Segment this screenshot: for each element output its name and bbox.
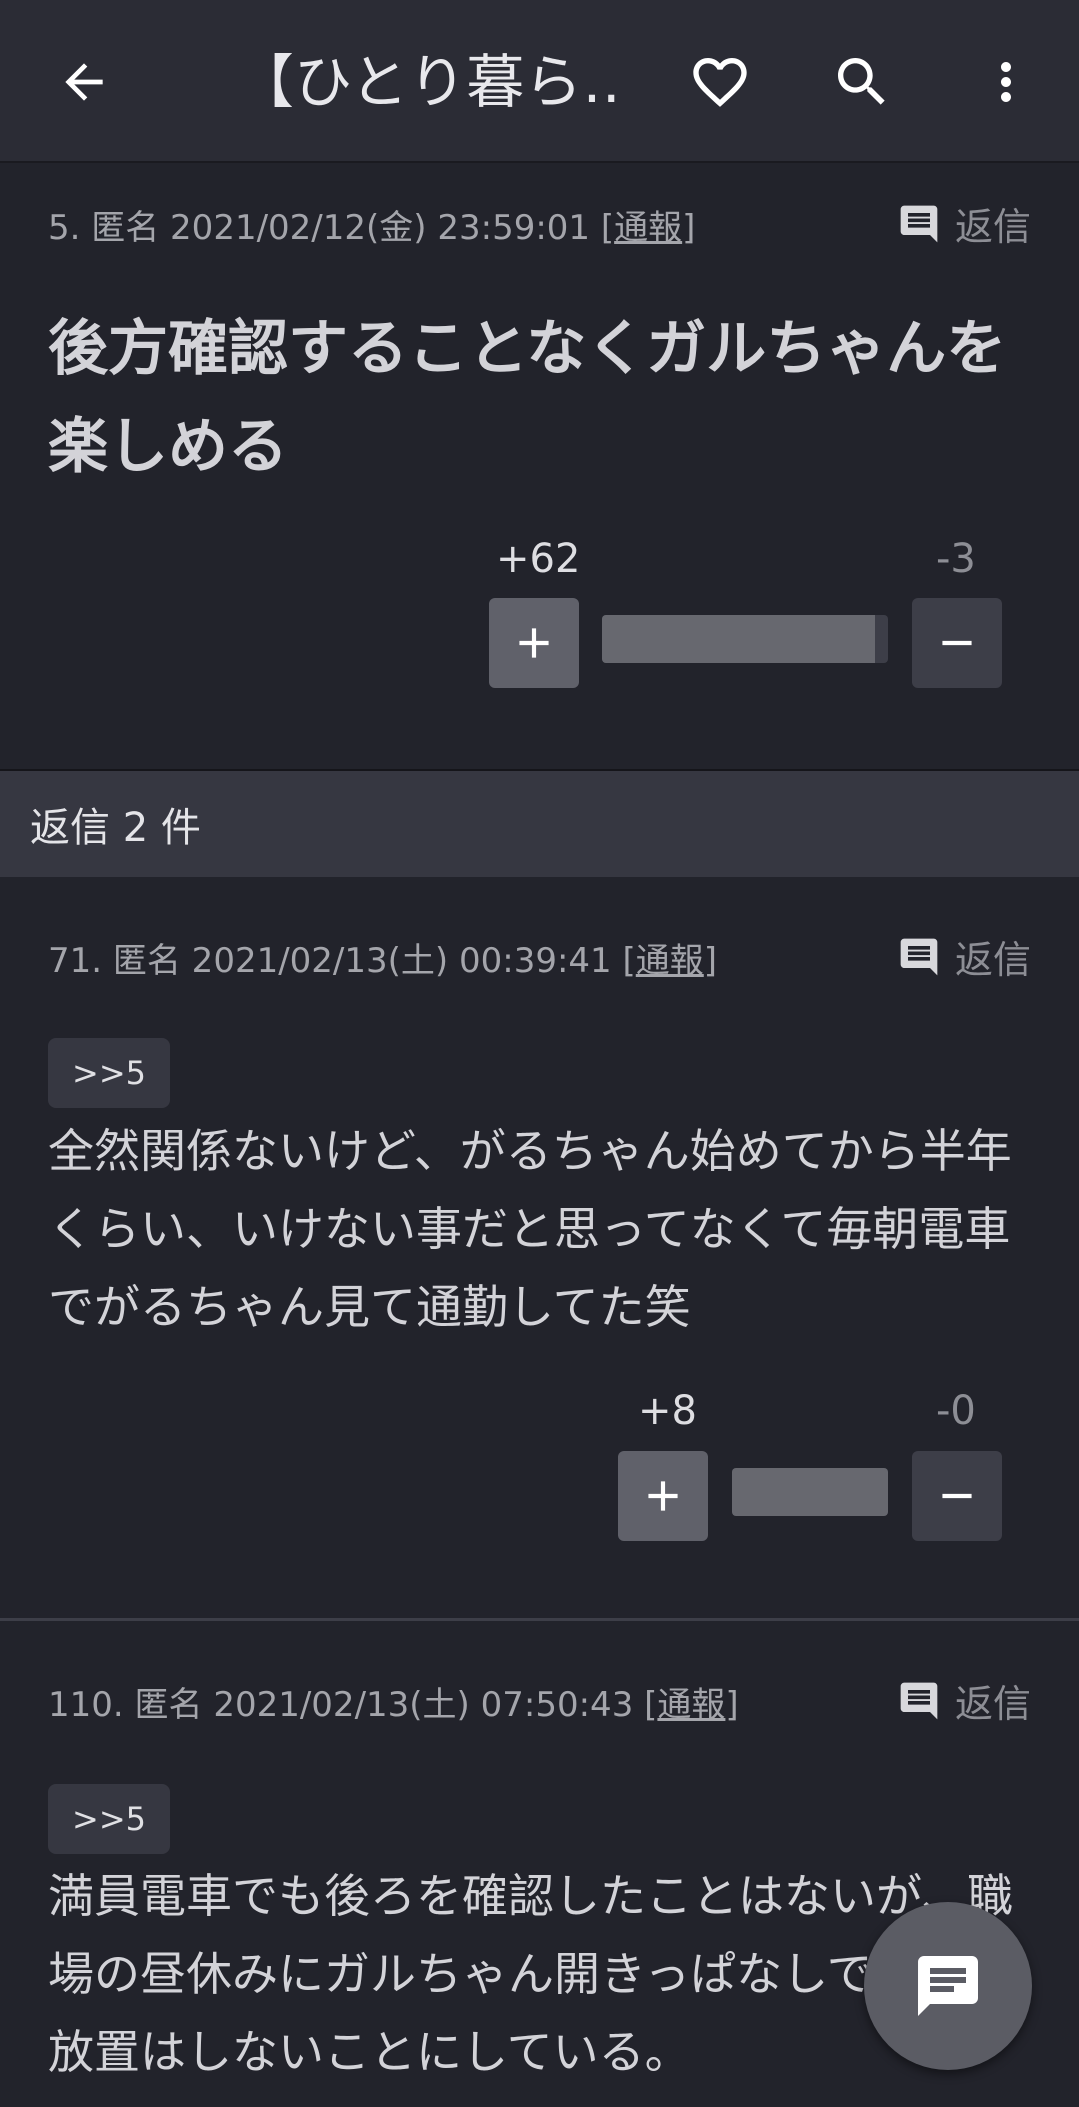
anchor-link[interactable]: >>5	[48, 1038, 170, 1108]
plus-count: +8	[638, 1388, 697, 1434]
compose-comment-button[interactable]	[864, 1902, 1032, 2070]
arrow-back-icon	[65, 63, 103, 101]
minus-vote-button[interactable]	[912, 1451, 1002, 1541]
minus-icon	[942, 1493, 972, 1499]
plus-icon	[648, 1481, 678, 1511]
vote-ratio-bar	[732, 1468, 888, 1516]
plus-vote-button[interactable]	[489, 598, 579, 688]
minus-count: -0	[936, 1388, 976, 1434]
chat-icon	[918, 1956, 978, 2016]
comment-icon	[900, 1682, 938, 1719]
comment-body: 後方確認することなくガルちゃんを楽しめる	[48, 314, 1007, 482]
more-vert-icon	[1001, 62, 1011, 102]
search-icon	[838, 58, 885, 105]
anchor-link[interactable]: >>5	[48, 1784, 170, 1854]
plus-count: +62	[496, 536, 581, 582]
comment-meta: 110. 匿名 2021/02/13(土) 07:50:43 [通報]	[48, 1685, 739, 1725]
vote-ratio-bar	[602, 615, 888, 663]
vote-ratio-fill	[602, 615, 875, 663]
back-button[interactable]	[48, 46, 120, 118]
comment-meta: 5. 匿名 2021/02/12(金) 23:59:01 [通報]	[48, 208, 696, 248]
page-title: 【ひとり暮ら…	[236, 48, 626, 116]
vote-ratio-fill	[732, 1468, 888, 1516]
report-link[interactable]: 通報	[636, 941, 704, 981]
comment-body: 全然関係ないけど、がるちゃん始めてから半年くらい、いけない事だと思ってなくて毎朝…	[48, 1124, 1012, 1334]
divider	[0, 1618, 1079, 1621]
comment-meta: 71. 匿名 2021/02/13(土) 00:39:41 [通報]	[48, 941, 718, 981]
replies-header: 返信 2 件	[0, 769, 1079, 877]
reply-button[interactable]: 返信	[897, 929, 1031, 984]
search-button[interactable]	[826, 46, 898, 118]
reply-button[interactable]: 返信	[897, 196, 1031, 251]
minus-count: -3	[936, 536, 976, 582]
favorite-button[interactable]	[684, 46, 756, 118]
comment-icon	[900, 205, 938, 242]
minus-icon	[942, 640, 972, 646]
reply-button[interactable]: 返信	[897, 1673, 1031, 1728]
report-link[interactable]: 通報	[614, 208, 682, 248]
app-bar: 【ひとり暮ら…	[0, 0, 1079, 163]
heart-outline-icon	[693, 58, 747, 107]
minus-vote-button[interactable]	[912, 598, 1002, 688]
plus-icon	[519, 628, 549, 658]
comment-icon	[900, 938, 938, 975]
plus-vote-button[interactable]	[618, 1451, 708, 1541]
more-options-button[interactable]	[970, 46, 1042, 118]
report-link[interactable]: 通報	[657, 1685, 725, 1725]
